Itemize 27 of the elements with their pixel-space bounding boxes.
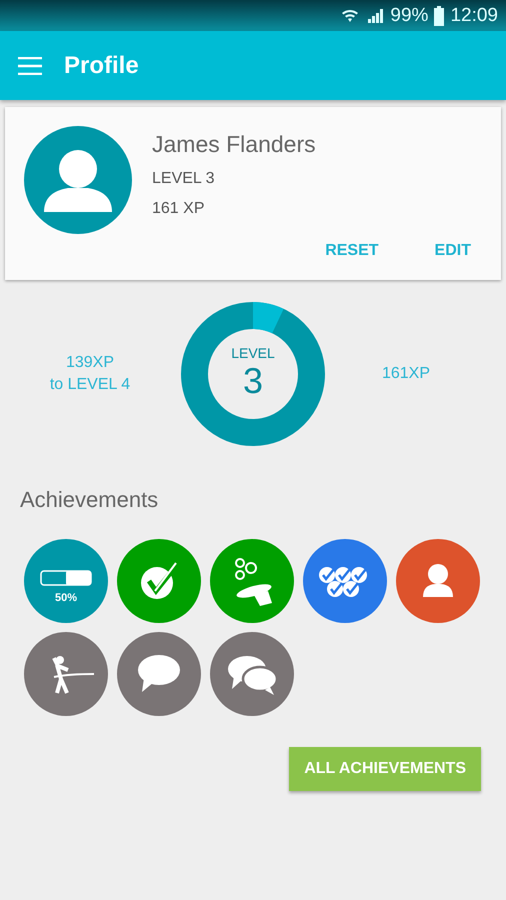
- screen-title: Profile: [64, 52, 139, 80]
- next-level-label: to LEVEL 4: [48, 376, 132, 394]
- runner-badge[interactable]: [24, 632, 108, 716]
- percent-label: 50%: [54, 592, 78, 604]
- section-title: Achievements: [20, 487, 160, 513]
- speech-bubbles-badge[interactable]: [210, 632, 294, 716]
- user-level: LEVEL 3: [152, 170, 216, 188]
- avatar-icon: [24, 126, 132, 234]
- signal-icon: [366, 6, 384, 24]
- battery-icon: [434, 6, 444, 26]
- menu-icon[interactable]: [18, 56, 42, 74]
- user-xp: 161 XP: [152, 200, 206, 218]
- battery-level: 99%: [390, 4, 428, 26]
- progress-badge[interactable]: 50%: [24, 539, 108, 623]
- level-number: 3: [242, 361, 264, 401]
- speech-bubble-badge[interactable]: [117, 632, 201, 716]
- level-label: LEVEL: [231, 345, 275, 361]
- clock: 12:09: [450, 4, 498, 26]
- user-name: James Flanders: [152, 131, 316, 158]
- reset-button[interactable]: RESET: [317, 238, 387, 264]
- remaining-xp: 139XP: [64, 354, 116, 372]
- checkmarks-badge[interactable]: [303, 539, 387, 623]
- checkmark-badge[interactable]: [117, 539, 201, 623]
- current-xp: 161XP: [380, 365, 432, 383]
- person-badge[interactable]: [396, 539, 480, 623]
- edit-button[interactable]: EDIT: [426, 238, 479, 264]
- all-achievements-button[interactable]: ALL ACHIEVEMENTS: [289, 747, 481, 791]
